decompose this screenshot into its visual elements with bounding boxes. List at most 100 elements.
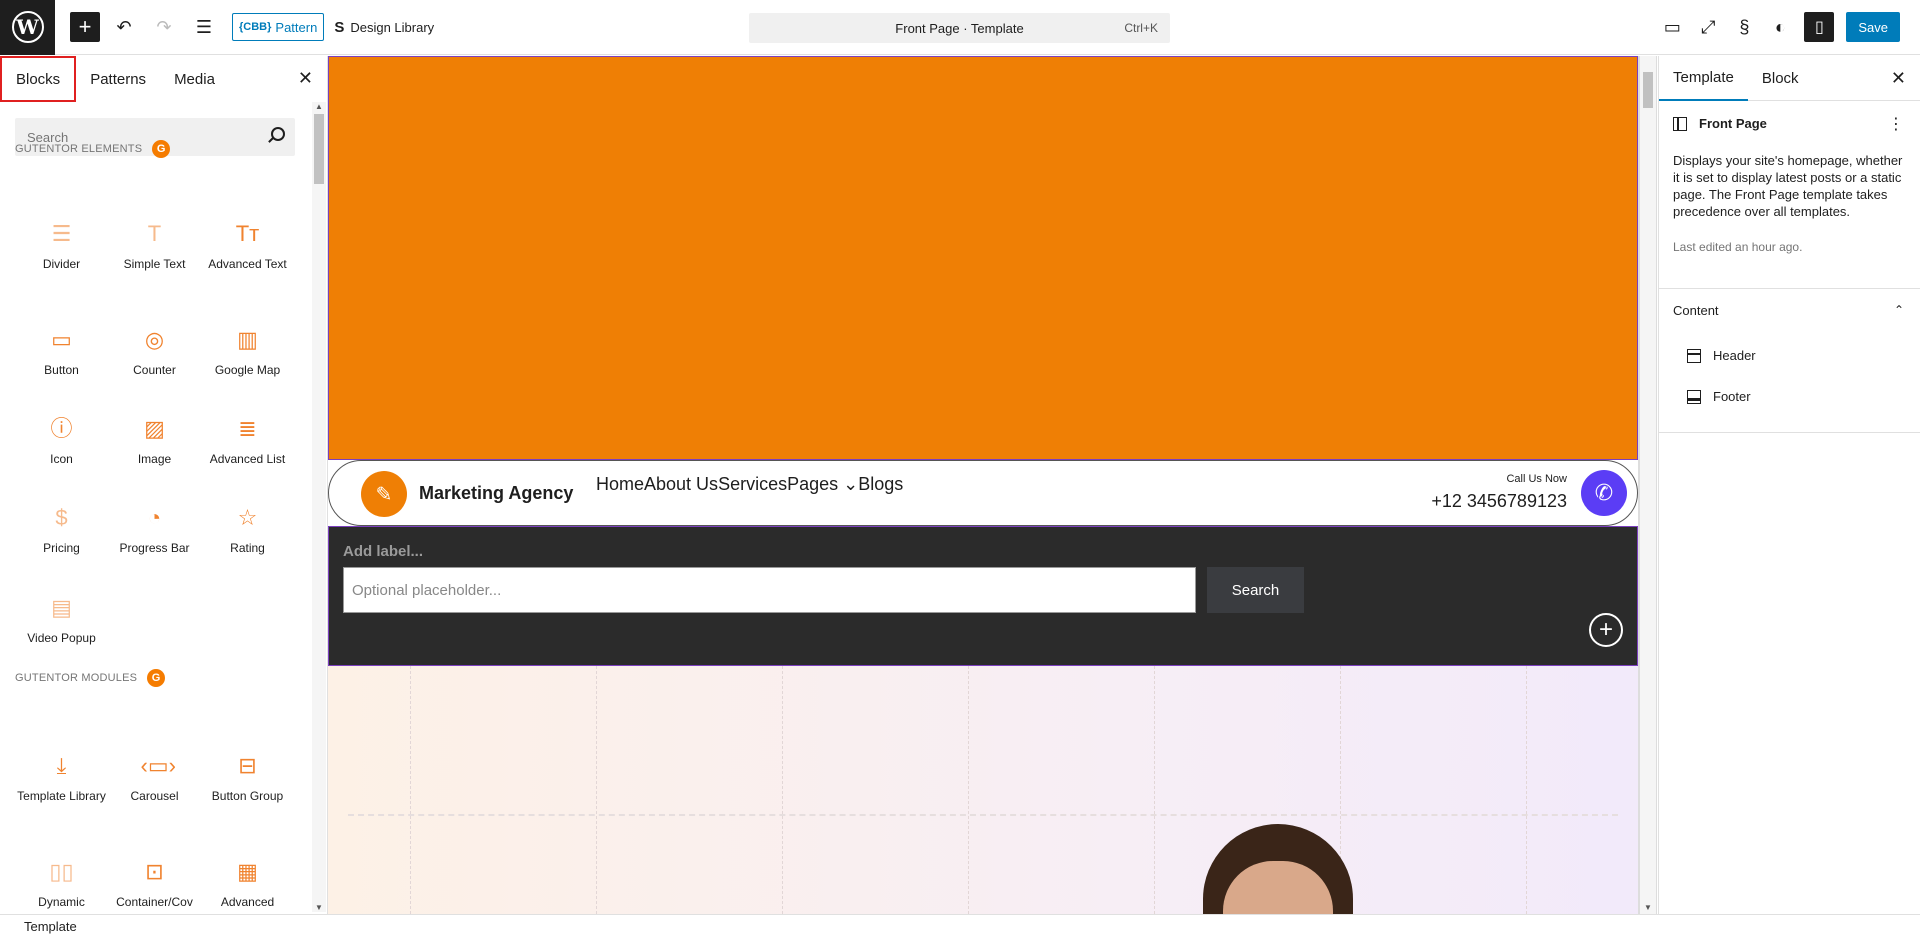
search-label[interactable]: Add label... xyxy=(343,543,423,560)
gutentor-logo-icon: G xyxy=(152,140,171,158)
command-palette-button[interactable]: Front Page · Template Ctrl+K xyxy=(749,13,1170,43)
save-button[interactable]: Save xyxy=(1846,12,1900,42)
block-inserter-panel: Blocks Patterns Media ✕ Search GUTENTOR … xyxy=(0,56,328,914)
layout-icon: ▦ xyxy=(237,859,258,884)
phone-button[interactable]: ✆ xyxy=(1581,470,1627,516)
chevron-up-icon[interactable]: ⌃ xyxy=(1894,303,1904,317)
phone-number: +12 3456789123 xyxy=(1431,491,1567,511)
search-icon xyxy=(271,127,285,141)
nav-item-home[interactable]: Home xyxy=(596,474,644,495)
site-header[interactable]: ✎ Marketing Agency Home About Us Service… xyxy=(328,460,1638,526)
close-icon: ✕ xyxy=(1890,68,1906,88)
block-counter[interactable]: ◎ Counter xyxy=(108,326,201,379)
block-inserter-toggle[interactable]: + xyxy=(70,12,100,42)
call-us-label: Call Us Now xyxy=(1506,473,1567,485)
block-label: Advanced Text xyxy=(208,257,287,271)
design-library-button[interactable]: S Design Library xyxy=(334,11,434,43)
search-submit-button[interactable]: Search xyxy=(1207,567,1304,613)
star-icon: ☆ xyxy=(237,505,258,530)
button-group-icon: ⊟ xyxy=(238,753,257,778)
phone-icon: ✆ xyxy=(1594,480,1614,505)
document-overview-button[interactable]: ☰ xyxy=(188,11,220,43)
nav-item-pages[interactable]: Pages ⌄ xyxy=(787,474,858,495)
block-button-group[interactable]: ⊟ Button Group xyxy=(201,752,294,805)
content-panel-toggle[interactable]: Content xyxy=(1673,303,1719,318)
scrollbar-thumb[interactable] xyxy=(314,114,324,184)
redo-button[interactable]: ↷ xyxy=(148,11,180,43)
nav-item-services[interactable]: Services xyxy=(718,474,787,495)
block-pricing[interactable]: $ Pricing xyxy=(15,504,108,557)
preview-device-button[interactable]: ▭ xyxy=(1656,11,1688,43)
scrollbar-thumb[interactable] xyxy=(1643,72,1653,108)
block-simple-text[interactable]: T Simple Text xyxy=(108,220,201,273)
styles-button[interactable]: ◐ xyxy=(1764,11,1796,43)
block-label: Container/Cov xyxy=(116,895,193,909)
block-advanced-columns[interactable]: ▦ Advanced xyxy=(201,858,294,911)
canvas-scrollbar[interactable]: ▼ xyxy=(1640,56,1656,914)
block-editor: W + ↶ ↷ ☰ {CBB} Pattern S Design Library… xyxy=(0,0,1920,938)
last-edited: Last edited an hour ago. xyxy=(1673,240,1803,254)
design-library-label: Design Library xyxy=(350,19,435,35)
inserter-scrollbar[interactable]: ▲ ▼ xyxy=(312,102,326,912)
nav-item-blogs[interactable]: Blogs xyxy=(858,474,903,495)
map-icon: ▥ xyxy=(237,327,258,352)
cover-block[interactable] xyxy=(328,56,1638,460)
block-button[interactable]: ▭ Button xyxy=(15,326,108,379)
tab-block[interactable]: Block xyxy=(1748,56,1813,101)
hero-section[interactable] xyxy=(328,666,1638,914)
search-field[interactable]: Optional placeholder... xyxy=(343,567,1196,613)
tab-media[interactable]: Media xyxy=(160,56,229,102)
block-rating[interactable]: ☆ Rating xyxy=(201,504,294,557)
block-label: Icon xyxy=(50,452,73,466)
block-image[interactable]: ▨ Image xyxy=(108,415,201,468)
half-circle-icon: ◐ xyxy=(1774,16,1786,37)
command-shortcut: Ctrl+K xyxy=(1124,21,1158,35)
more-vertical-icon: ⋮ xyxy=(1888,116,1904,133)
block-advanced-list[interactable]: ≣ Advanced List xyxy=(201,415,294,468)
block-progress-bar[interactable]: ◔ Progress Bar xyxy=(108,504,201,557)
block-template-library[interactable]: ⤓ Template Library xyxy=(15,752,108,805)
plus-icon: + xyxy=(1598,616,1613,643)
settings-sidebar-toggle[interactable]: ▯ xyxy=(1804,12,1835,42)
template-name: Front Page xyxy=(1699,116,1767,131)
template-part-header[interactable]: Header xyxy=(1687,348,1756,363)
breadcrumb-template[interactable]: Template xyxy=(24,919,77,934)
fullscreen-button[interactable]: ⤢ xyxy=(1692,11,1724,43)
list-view-icon: ☰ xyxy=(195,16,213,37)
template-actions-button[interactable]: ⋮ xyxy=(1888,114,1904,134)
part-label: Footer xyxy=(1713,389,1751,404)
gutentor-logo-icon: G xyxy=(147,669,166,687)
block-dynamic[interactable]: ▯▯ Dynamic xyxy=(15,858,108,911)
template-part-footer[interactable]: Footer xyxy=(1687,389,1751,404)
list-icon: ≣ xyxy=(238,416,257,441)
block-label: Template Library xyxy=(17,789,106,803)
block-divider[interactable]: ☰ Divider xyxy=(15,220,108,273)
site-title[interactable]: Marketing Agency xyxy=(419,483,573,504)
advanced-text-icon: Tт xyxy=(235,221,260,246)
template-icon xyxy=(1673,116,1687,131)
block-icon[interactable]: ⓘ Icon xyxy=(15,415,108,468)
cbb-pattern-button[interactable]: {CBB} Pattern xyxy=(232,13,325,41)
nav-item-about-us[interactable]: About Us xyxy=(644,474,718,495)
document-title: Front Page · Template xyxy=(895,20,1024,36)
block-google-map[interactable]: ▥ Google Map xyxy=(201,326,294,379)
undo-button[interactable]: ↶ xyxy=(108,11,140,43)
block-video-popup[interactable]: ▤ Video Popup xyxy=(15,594,108,647)
close-settings-button[interactable]: ✕ xyxy=(1891,68,1906,89)
search-block: Add label... Optional placeholder... Sea… xyxy=(328,526,1638,666)
tab-template[interactable]: Template xyxy=(1659,56,1748,101)
wordpress-logo-button[interactable]: W xyxy=(0,0,55,55)
block-label: Pricing xyxy=(43,541,80,555)
tab-patterns[interactable]: Patterns xyxy=(76,56,160,102)
block-label: Simple Text xyxy=(123,257,186,271)
block-advanced-text[interactable]: Tт Advanced Text xyxy=(201,220,294,273)
block-container-cover[interactable]: ⊡ Container/Cov xyxy=(108,858,201,911)
add-block-button[interactable]: + xyxy=(1589,613,1623,647)
tab-blocks[interactable]: Blocks xyxy=(0,56,77,102)
block-carousel[interactable]: ‹▭› Carousel xyxy=(108,752,201,805)
close-inserter-button[interactable]: ✕ xyxy=(298,68,313,89)
template-header: Front Page xyxy=(1673,116,1767,131)
category-gutentor-modules: GUTENTOR MODULES G xyxy=(15,669,166,687)
block-label: Divider xyxy=(42,257,81,271)
stackable-button[interactable]: § xyxy=(1728,11,1760,43)
